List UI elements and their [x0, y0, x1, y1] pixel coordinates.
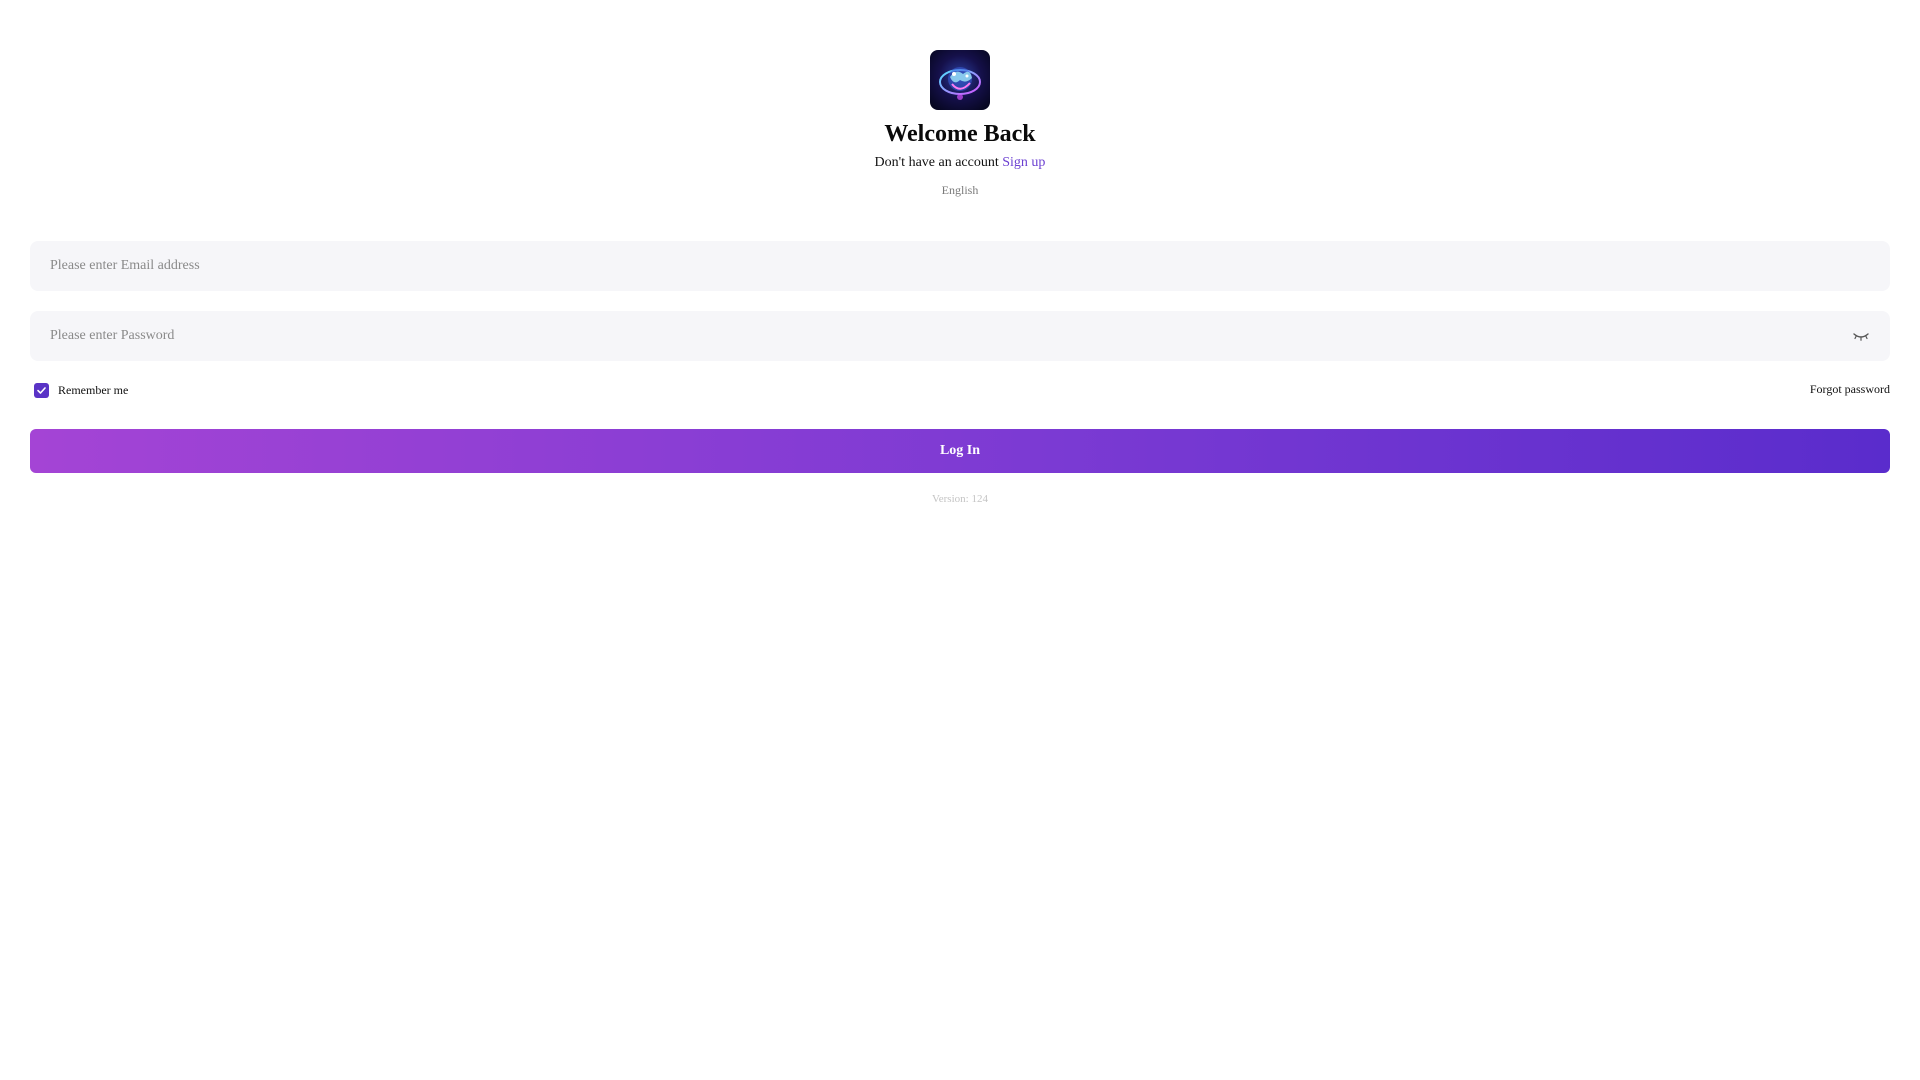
- login-page: Welcome Back Don't have an account Sign …: [0, 0, 1920, 1080]
- remember-me-label: Remember me: [58, 382, 129, 397]
- remember-row: Remember me Forgot password: [34, 381, 1890, 399]
- page-title: Welcome Back: [884, 121, 1036, 147]
- language-selector[interactable]: English: [0, 182, 1920, 198]
- password-field-container: [30, 311, 1890, 361]
- signup-prompt-line: Don't have an account Sign up: [0, 154, 1920, 172]
- remember-me-checkbox-group[interactable]: Remember me: [34, 381, 128, 399]
- email-field-container: [30, 241, 1890, 291]
- app-logo-icon: [930, 50, 990, 110]
- login-header: Welcome Back Don't have an account Sign …: [0, 50, 1920, 198]
- email-input[interactable]: [30, 241, 1890, 291]
- password-input[interactable]: [30, 311, 1890, 361]
- signup-link[interactable]: Sign up: [1002, 155, 1045, 170]
- forgot-password-link[interactable]: Forgot password: [1810, 381, 1890, 397]
- version-label: Version: 124: [932, 493, 988, 505]
- checkmark-icon: [37, 386, 46, 394]
- signup-prompt-text: Don't have an account: [874, 155, 999, 170]
- remember-me-checkbox[interactable]: [34, 382, 49, 398]
- login-button[interactable]: Log In: [30, 429, 1890, 473]
- eye-closed-icon[interactable]: [1852, 328, 1870, 342]
